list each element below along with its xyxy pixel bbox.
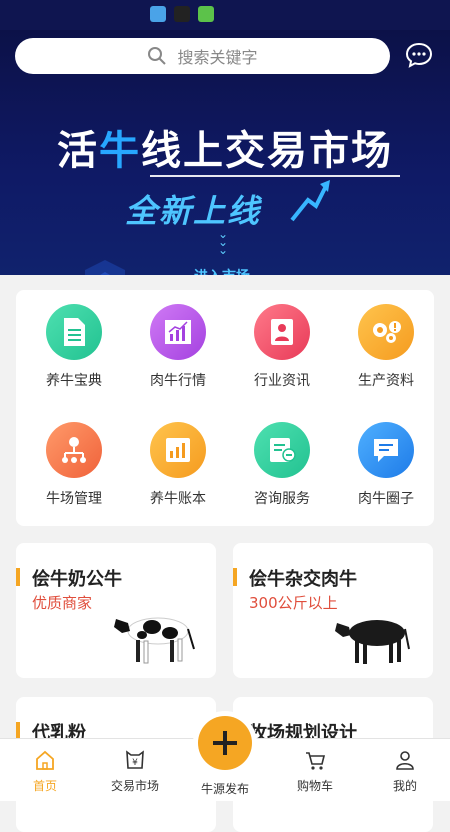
grid-item-ledger[interactable]: 养牛账本	[126, 422, 230, 508]
nav-label: 首页	[32, 779, 57, 793]
grid-label: 生产资料	[358, 373, 414, 389]
product-subtitle: 300公斤以上	[249, 594, 338, 612]
banner-divider	[150, 175, 400, 177]
grid-item-production-supplies[interactable]: 生产资料	[334, 304, 438, 390]
grid-item-industry-news[interactable]: 行业资讯	[230, 304, 334, 390]
grid-label: 养牛宝典	[46, 373, 102, 389]
grid-label: 肉牛圈子	[358, 491, 414, 507]
search-icon	[148, 47, 167, 65]
nav-item-market[interactable]: ¥ 交易市场	[95, 749, 175, 794]
grid-item-farm-management[interactable]: 牛场管理	[22, 422, 126, 508]
consult-icon	[254, 422, 310, 478]
grid-label: 养牛账本	[150, 491, 206, 507]
product-card[interactable]: 侩牛奶公牛 优质商家	[16, 543, 216, 678]
person-icon	[254, 304, 310, 360]
product-title: 侩牛杂交肉牛	[249, 569, 357, 590]
chevron-down-icon: ⌄ ⌄ ⌄	[218, 227, 229, 257]
gears-icon	[358, 304, 414, 360]
banner-subtitle: 全新上线	[125, 192, 262, 230]
publish-cattle-button[interactable]	[198, 716, 252, 770]
accent-bar	[16, 568, 20, 586]
product-title: 侩牛奶公牛	[32, 569, 122, 590]
message-icon[interactable]	[404, 40, 434, 70]
nav-item-cart[interactable]: 购物车	[275, 749, 355, 794]
svg-text:¥: ¥	[132, 758, 138, 768]
nav-item-home[interactable]: 首页	[5, 749, 85, 794]
feature-grid: 养牛宝典 肉牛行情 行业资讯 生产资料 牛场管理 养牛账本 咨询服务 肉牛圈子	[16, 290, 434, 526]
search-placeholder: 搜索关键字	[177, 48, 258, 67]
grid-item-consulting[interactable]: 咨询服务	[230, 422, 334, 508]
grid-item-community[interactable]: 肉牛圈子	[334, 422, 438, 508]
grid-item-cattle-market[interactable]: 肉牛行情	[126, 304, 230, 390]
nav-label: 我的	[392, 779, 417, 793]
app-icon	[174, 6, 190, 22]
org-chart-icon	[46, 422, 102, 478]
app-icon	[150, 6, 166, 22]
enter-market-link[interactable]: 进入市场	[194, 266, 250, 275]
grid-label: 肉牛行情	[150, 373, 206, 389]
cow-image	[114, 617, 195, 664]
ledger-chart-icon	[150, 422, 206, 478]
banner-title: 活牛线上交易市场	[57, 128, 393, 174]
search-input[interactable]: 搜索关键字	[15, 38, 390, 74]
app-icon	[198, 6, 214, 22]
grid-label: 牛场管理	[46, 491, 102, 507]
cart-icon	[306, 752, 326, 770]
cow-image	[335, 620, 410, 664]
status-bar	[0, 0, 450, 30]
nav-label: 购物车	[296, 779, 333, 793]
nav-item-profile[interactable]: 我的	[365, 749, 445, 794]
chat-bubble-icon	[358, 422, 414, 478]
document-icon	[46, 304, 102, 360]
building-decoration	[85, 260, 125, 275]
nav-label: 交易市场	[110, 779, 159, 793]
market-icon: ¥	[126, 750, 144, 769]
grid-label: 咨询服务	[254, 491, 310, 507]
home-icon	[36, 750, 54, 770]
rising-arrow-icon	[290, 180, 330, 222]
accent-bar	[233, 568, 237, 586]
product-card[interactable]: 侩牛杂交肉牛 300公斤以上	[233, 543, 433, 678]
plus-icon	[213, 731, 237, 755]
bar-chart-icon	[150, 304, 206, 360]
product-subtitle: 优质商家	[32, 594, 93, 612]
grid-item-breeding-guide[interactable]: 养牛宝典	[22, 304, 126, 390]
nav-label: 牛源发布	[200, 782, 249, 796]
profile-icon	[396, 751, 414, 770]
status-icons	[150, 6, 214, 22]
grid-label: 行业资讯	[254, 373, 310, 389]
